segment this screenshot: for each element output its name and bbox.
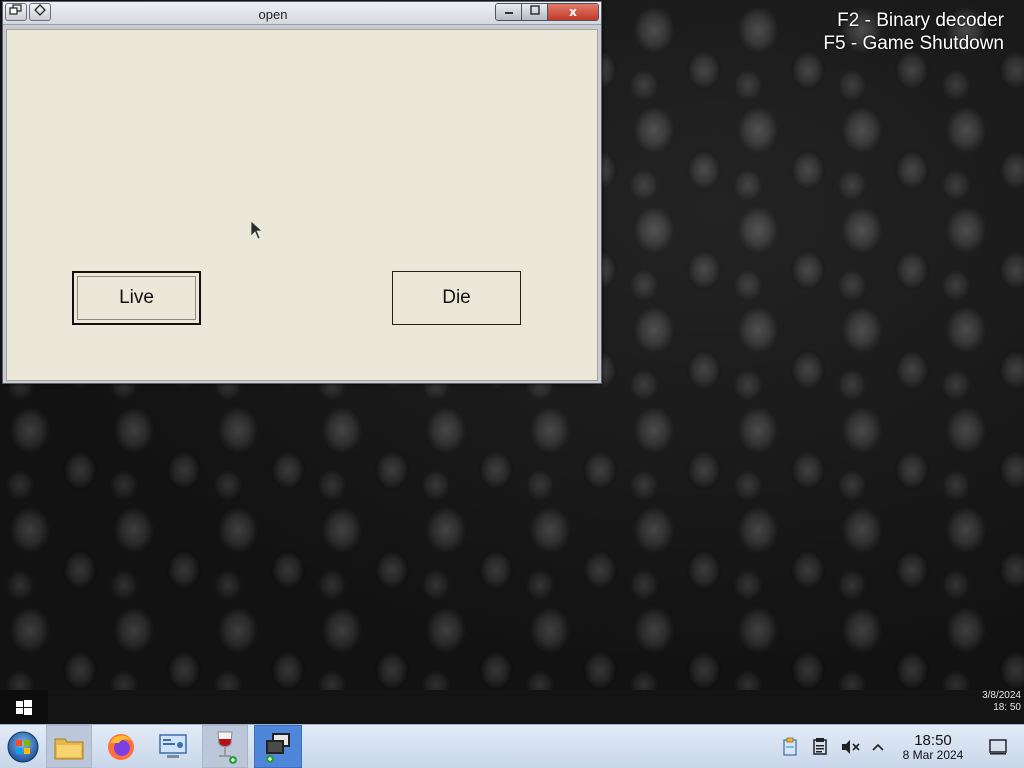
notes-icon <box>813 738 827 755</box>
chevron-up-icon <box>872 743 884 751</box>
window-switcher-icon <box>266 732 290 763</box>
show-desktop-icon <box>989 739 1007 755</box>
hotkey-overlay: F2 - Binary decoder F5 - Game Shutdown <box>823 9 1004 55</box>
volume-muted-icon <box>842 740 860 754</box>
mini-clock-date: 3/8/2024 <box>982 690 1021 701</box>
control-panel-icon <box>159 733 187 758</box>
window-title: open <box>258 7 288 22</box>
windows-logo-icon <box>16 700 32 715</box>
live-button[interactable]: Live <box>72 271 201 325</box>
mouse-cursor-icon <box>250 220 264 244</box>
start-orb-icon <box>7 731 39 762</box>
firefox-button[interactable] <box>98 725 144 768</box>
hotkey-game-shutdown: F5 - Game Shutdown <box>823 33 1004 54</box>
window-titlebar[interactable]: open x <box>3 2 601 25</box>
wine-app-button[interactable] <box>202 725 248 768</box>
window-switcher-button[interactable] <box>254 725 302 768</box>
tray-overflow-button[interactable] <box>868 737 888 757</box>
die-button-label: Die <box>442 287 471 308</box>
die-button[interactable]: Die <box>392 271 521 325</box>
minimize-icon <box>504 12 513 14</box>
hotkey-binary-decoder: F2 - Binary decoder <box>837 10 1004 31</box>
maximize-icon <box>529 5 540 15</box>
clock-time: 18:50 <box>914 732 952 749</box>
firefox-icon <box>108 733 134 760</box>
notes-tray[interactable] <box>810 737 830 757</box>
clipboard-icon <box>783 737 797 756</box>
start-orb-button[interactable] <box>0 725 46 768</box>
clock-date: 8 Mar 2024 <box>902 748 964 762</box>
minimize-button[interactable] <box>496 4 522 20</box>
clipboard-tray[interactable] <box>780 737 800 757</box>
window-controls: x <box>495 3 599 21</box>
dialog-client-area: Live Die <box>6 29 598 381</box>
desktop-background: F2 - Binary decoder F5 - Game Shutdown o… <box>0 0 1024 768</box>
focus-ring <box>77 276 196 320</box>
show-desktop-button[interactable] <box>988 737 1008 757</box>
mini-clock-time: 18: 50 <box>993 702 1021 713</box>
taskbar-clock[interactable]: 18:50 8 Mar 2024 <box>898 733 968 762</box>
maximize-button[interactable] <box>522 4 548 20</box>
control-panel-button[interactable] <box>150 725 196 768</box>
file-manager-icon <box>54 738 84 759</box>
top-panel-strip: 3/8/2024 18: 50 <box>0 690 1024 724</box>
mini-clock: 3/8/2024 18: 50 <box>982 690 1021 714</box>
volume-tray[interactable] <box>840 737 860 757</box>
wine-glass-icon <box>217 731 237 764</box>
windows-start-button[interactable] <box>0 690 48 724</box>
open-dialog-window: open x Live Die <box>2 1 602 384</box>
taskbar: 18:50 8 Mar 2024 <box>0 724 1024 768</box>
file-manager-button[interactable] <box>46 725 92 768</box>
close-button[interactable]: x <box>548 4 598 20</box>
